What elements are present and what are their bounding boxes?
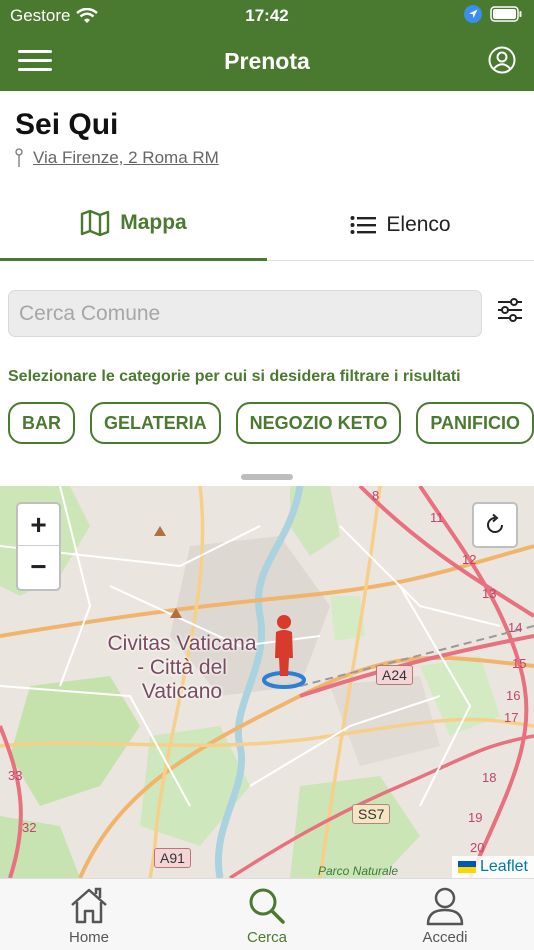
chip-bar[interactable]: BAR [8, 402, 75, 444]
filter-hint: Selezionare le categorie per cui si desi… [8, 368, 461, 385]
location-arrow-icon [464, 5, 482, 23]
status-time: 17:42 [245, 6, 289, 25]
km-marker: 20 [470, 840, 485, 855]
area-label-line-3: Vaticano [141, 680, 223, 703]
status-right [464, 5, 522, 23]
ukraine-flag-icon [457, 861, 476, 873]
km-marker: 18 [482, 770, 497, 785]
tab-map[interactable]: Mappa [0, 188, 267, 261]
km-marker: 13 [482, 586, 497, 601]
km-marker: 19 [468, 810, 483, 825]
km-marker: 33 [8, 768, 23, 783]
road-shield-ss7: SS7 [352, 804, 391, 824]
area-label: Civitas Vaticana - Città del Vaticano [92, 632, 272, 704]
battery-icon [490, 6, 522, 22]
view-tabs: Mappa Elenco [0, 188, 534, 261]
location-title: Sei Qui [15, 108, 119, 141]
zoom-out-button[interactable]: − [18, 546, 59, 588]
refresh-icon [487, 513, 503, 533]
home-icon [71, 887, 107, 924]
tab-login[interactable]: Accedi [356, 879, 534, 950]
park-label: Parco Naturale [318, 864, 399, 878]
map-attribution[interactable]: Leaflet [451, 856, 534, 878]
account-icon[interactable] [488, 46, 516, 74]
km-marker: 16 [506, 688, 521, 703]
km-marker: 17 [504, 710, 519, 725]
map-icon [81, 209, 110, 237]
pin-icon [15, 148, 23, 167]
refresh-button[interactable] [472, 502, 518, 548]
road-shield-a91: A91 [154, 848, 191, 868]
km-marker: 14 [508, 620, 523, 635]
tab-search-label: Cerca [246, 929, 287, 946]
zoom-in-button[interactable]: + [18, 504, 59, 546]
tab-map-label: Mappa [120, 211, 187, 234]
page-title: Prenota [224, 48, 310, 74]
chip-gelateria[interactable]: GELATERIA [90, 402, 221, 444]
km-marker: 11 [430, 510, 444, 525]
filter-icon[interactable] [496, 296, 524, 324]
tab-list[interactable]: Elenco [267, 188, 534, 261]
search-icon [249, 888, 285, 924]
nav-bar: Prenota [0, 30, 534, 91]
road-shield-a24: A24 [376, 665, 413, 685]
tab-search[interactable]: Cerca [178, 879, 356, 950]
search-input[interactable] [9, 291, 481, 336]
search-box [8, 290, 482, 337]
tab-home-label: Home [68, 929, 109, 946]
km-marker: 15 [512, 656, 527, 671]
tab-list-label: Elenco [386, 212, 451, 236]
tab-login-label: Accedi [422, 929, 468, 946]
list-icon [350, 215, 377, 234]
zoom-control: + − [16, 502, 61, 591]
tab-home[interactable]: Home [0, 879, 178, 950]
app-header: Gestore 17:42 Prenota [0, 0, 534, 91]
attribution-link[interactable]: Leaflet [480, 858, 528, 876]
area-label-line-2: - Città del [137, 656, 227, 679]
chip-negozio-keto[interactable]: NEGOZIO KETO [235, 402, 402, 444]
km-marker: 8 [372, 488, 380, 503]
km-marker: 12 [462, 552, 477, 567]
bottom-tab-bar: Home Cerca Accedi [0, 878, 534, 950]
user-location-marker[interactable] [262, 614, 308, 692]
chip-panificio[interactable]: PANIFICIO [416, 402, 534, 444]
category-chips: BAR GELATERIA NEGOZIO KETO PANIFICIO [8, 402, 534, 444]
user-icon [426, 887, 464, 926]
location-address[interactable]: Via Firenze, 2 Roma RM [15, 148, 219, 168]
status-bar: Gestore 17:42 [0, 0, 534, 30]
drag-handle[interactable] [241, 474, 293, 480]
address-text[interactable]: Via Firenze, 2 Roma RM [33, 148, 219, 168]
current-location: Sei Qui Via Firenze, 2 Roma RM [15, 108, 219, 168]
area-label-line-1: Civitas Vaticana [107, 632, 257, 655]
km-marker: 32 [22, 820, 37, 835]
